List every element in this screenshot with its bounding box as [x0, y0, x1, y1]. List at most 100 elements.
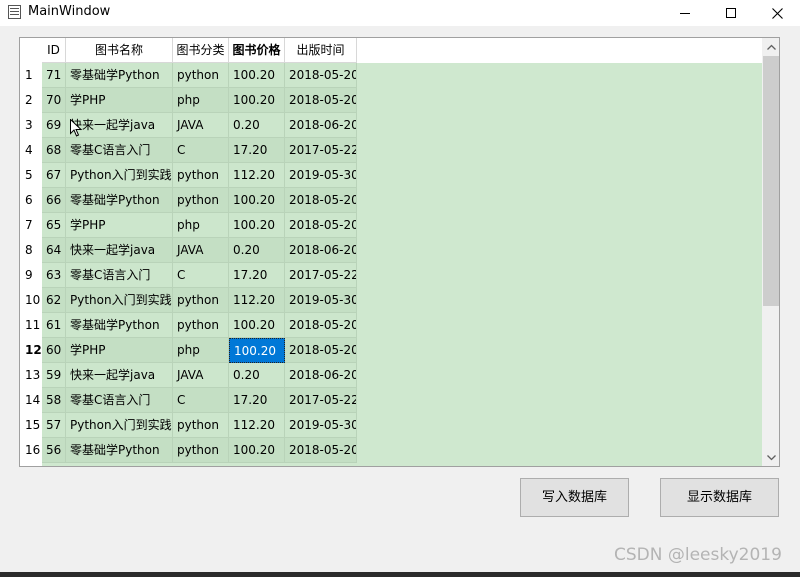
table-cell-price[interactable]: 17.20 [229, 138, 285, 163]
table-cell-id[interactable]: 67 [42, 163, 66, 188]
book-table[interactable]: ID 图书名称 图书分类 图书价格 出版时间 1 2 3 4 5 6 7 8 9 10 11 12 13 14 15… [19, 37, 780, 467]
table-cell-category[interactable]: php [173, 338, 229, 363]
row-number[interactable]: 12 [20, 338, 42, 363]
table-cell-publish-date[interactable]: 2018-05-20 [285, 313, 357, 338]
table-cell-publish-date[interactable]: 2018-05-20 [285, 438, 357, 463]
table-row[interactable]: 66 零基础学Python python 100.20 2018-05-20 [42, 188, 357, 213]
table-cell-book-name[interactable]: Python入门到实践 [66, 163, 173, 188]
table-cell-price[interactable]: 100.20 [229, 63, 285, 88]
table-cell-category[interactable]: python [173, 438, 229, 463]
table-cell-price[interactable]: 100.20 [229, 338, 285, 363]
row-number[interactable]: 4 [20, 138, 42, 163]
row-number[interactable]: 11 [20, 313, 42, 338]
row-number[interactable]: 8 [20, 238, 42, 263]
scroll-down-button[interactable] [762, 449, 779, 466]
table-cell-id[interactable]: 65 [42, 213, 66, 238]
table-cell-id[interactable]: 70 [42, 88, 66, 113]
table-cell-id[interactable]: 61 [42, 313, 66, 338]
table-cell-book-name[interactable]: 零基础学Python [66, 313, 173, 338]
show-database-button[interactable]: 显示数据库 [660, 478, 779, 517]
table-cell-publish-date[interactable]: 2018-05-20 [285, 188, 357, 213]
table-cell-id[interactable]: 59 [42, 363, 66, 388]
table-cell-book-name[interactable]: 快来一起学java [66, 238, 173, 263]
table-row[interactable]: 60 学PHP php 100.20 2018-05-20 [42, 338, 357, 363]
table-cell-id[interactable]: 60 [42, 338, 66, 363]
table-cell-category[interactable]: C [173, 388, 229, 413]
table-cell-publish-date[interactable]: 2017-05-22 [285, 263, 357, 288]
table-cell-publish-date[interactable]: 2019-05-30 [285, 413, 357, 438]
table-cell-id[interactable]: 68 [42, 138, 66, 163]
table-row[interactable]: 65 学PHP php 100.20 2018-05-20 [42, 213, 357, 238]
table-cell-id[interactable]: 71 [42, 63, 66, 88]
table-cell-id[interactable]: 58 [42, 388, 66, 413]
row-number[interactable]: 9 [20, 263, 42, 288]
table-cell-book-name[interactable]: 零基础学Python [66, 188, 173, 213]
row-number[interactable]: 15 [20, 413, 42, 438]
table-row[interactable]: 68 零基C语言入门 C 17.20 2017-05-22 [42, 138, 357, 163]
table-cell-category[interactable]: python [173, 63, 229, 88]
table-row[interactable]: 62 Python入门到实践 python 112.20 2019-05-30 [42, 288, 357, 313]
table-row[interactable]: 63 零基C语言入门 C 17.20 2017-05-22 [42, 263, 357, 288]
row-number[interactable]: 3 [20, 113, 42, 138]
table-cell-id[interactable]: 64 [42, 238, 66, 263]
table-cell-id[interactable]: 62 [42, 288, 66, 313]
table-cell-price[interactable]: 17.20 [229, 388, 285, 413]
table-row[interactable]: 58 零基C语言入门 C 17.20 2017-05-22 [42, 388, 357, 413]
row-number[interactable]: 13 [20, 363, 42, 388]
table-cell-category[interactable]: php [173, 88, 229, 113]
table-cell-price[interactable]: 112.20 [229, 288, 285, 313]
table-row[interactable]: 67 Python入门到实践 python 112.20 2019-05-30 [42, 163, 357, 188]
table-cell-book-name[interactable]: 零基C语言入门 [66, 138, 173, 163]
table-cell-price[interactable]: 100.20 [229, 88, 285, 113]
row-number[interactable]: 7 [20, 213, 42, 238]
table-cell-category[interactable]: JAVA [173, 113, 229, 138]
minimize-button[interactable] [662, 0, 708, 26]
table-cell-publish-date[interactable]: 2019-05-30 [285, 288, 357, 313]
table-cell-book-name[interactable]: 零基础学Python [66, 438, 173, 463]
table-cell-book-name[interactable]: 快来一起学java [66, 363, 173, 388]
table-cell-category[interactable]: python [173, 188, 229, 213]
table-cell-id[interactable]: 56 [42, 438, 66, 463]
table-cell-price[interactable]: 100.20 [229, 188, 285, 213]
row-number[interactable]: 5 [20, 163, 42, 188]
close-button[interactable] [754, 0, 800, 26]
table-cell-price[interactable]: 112.20 [229, 163, 285, 188]
table-cell-category[interactable]: python [173, 163, 229, 188]
column-header-category[interactable]: 图书分类 [173, 38, 229, 63]
row-number[interactable]: 10 [20, 288, 42, 313]
scrollbar-thumb[interactable] [763, 56, 779, 306]
table-cell-price[interactable]: 17.20 [229, 263, 285, 288]
table-row[interactable]: 57 Python入门到实践 python 112.20 2019-05-30 [42, 413, 357, 438]
table-cell-book-name[interactable]: 零基C语言入门 [66, 263, 173, 288]
table-row[interactable]: 61 零基础学Python python 100.20 2018-05-20 [42, 313, 357, 338]
table-cell-publish-date[interactable]: 2018-05-20 [285, 213, 357, 238]
table-cell-id[interactable]: 57 [42, 413, 66, 438]
column-header-book-name[interactable]: 图书名称 [66, 38, 173, 63]
table-cell-publish-date[interactable]: 2019-05-30 [285, 163, 357, 188]
table-cell-publish-date[interactable]: 2018-05-20 [285, 63, 357, 88]
table-cell-book-name[interactable]: 学PHP [66, 338, 173, 363]
table-cell-price[interactable]: 100.20 [229, 438, 285, 463]
table-row[interactable]: 59 快来一起学java JAVA 0.20 2018-06-20 [42, 363, 357, 388]
table-cell-price[interactable]: 0.20 [229, 238, 285, 263]
table-cell-price[interactable]: 0.20 [229, 113, 285, 138]
table-row[interactable]: 69 快来一起学java JAVA 0.20 2018-06-20 [42, 113, 357, 138]
table-cell-price[interactable]: 100.20 [229, 313, 285, 338]
table-cell-category[interactable]: python [173, 413, 229, 438]
table-cell-publish-date[interactable]: 2018-06-20 [285, 113, 357, 138]
table-cell-book-name[interactable]: Python入门到实践 [66, 413, 173, 438]
column-header-publish-date[interactable]: 出版时间 [285, 38, 357, 63]
table-cell-category[interactable]: C [173, 263, 229, 288]
vertical-scrollbar[interactable] [762, 38, 779, 466]
table-cell-book-name[interactable]: 学PHP [66, 88, 173, 113]
table-row[interactable]: 64 快来一起学java JAVA 0.20 2018-06-20 [42, 238, 357, 263]
table-cell-book-name[interactable]: 零基础学Python [66, 63, 173, 88]
table-cell-publish-date[interactable]: 2017-05-22 [285, 388, 357, 413]
table-cell-price[interactable]: 112.20 [229, 413, 285, 438]
table-cell-publish-date[interactable]: 2018-06-20 [285, 363, 357, 388]
table-cell-price[interactable]: 100.20 [229, 213, 285, 238]
row-number[interactable]: 2 [20, 88, 42, 113]
column-header-id[interactable]: ID [42, 38, 66, 63]
table-cell-publish-date[interactable]: 2018-05-20 [285, 88, 357, 113]
table-cell-publish-date[interactable]: 2018-06-20 [285, 238, 357, 263]
